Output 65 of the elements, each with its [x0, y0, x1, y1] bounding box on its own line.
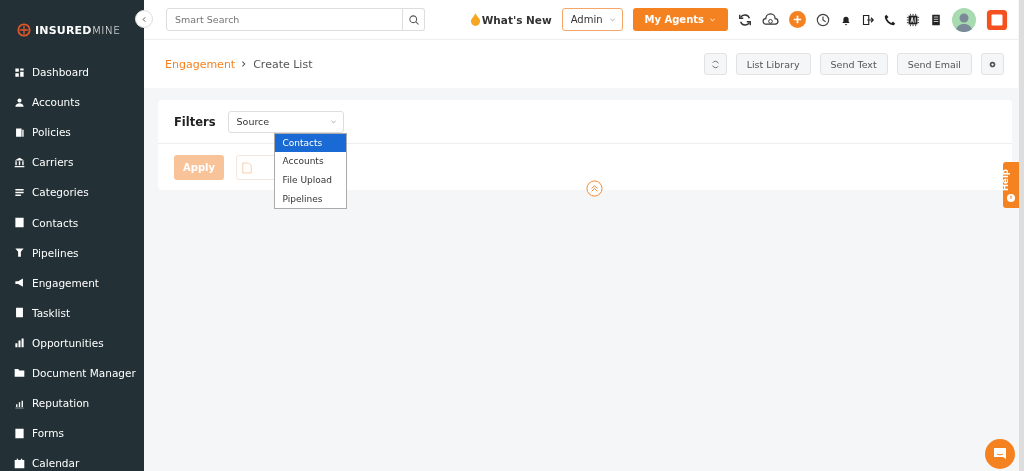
- brand-name: INSUREDMINE: [35, 23, 121, 37]
- phone-icon[interactable]: [884, 13, 896, 26]
- dropdown-option[interactable]: Contacts: [274, 133, 346, 153]
- action-button[interactable]: Send Text: [819, 53, 888, 75]
- sidebar-item[interactable]: Dashboard: [0, 57, 144, 88]
- sidebar-item[interactable]: Calendar: [0, 448, 144, 471]
- logo-icon: [17, 23, 31, 37]
- notebook-icon[interactable]: [930, 13, 942, 26]
- menu-icon: [14, 66, 25, 78]
- menu-icon: [14, 217, 25, 228]
- menu-icon: [14, 337, 25, 349]
- menu-icon: [14, 367, 25, 379]
- chat-icon: [992, 446, 1008, 462]
- sidebar-item[interactable]: Tasklist: [0, 297, 144, 328]
- action-button[interactable]: Send Email: [896, 53, 972, 75]
- menu-icon: [14, 277, 25, 289]
- chevron-left-icon: [140, 15, 148, 23]
- menu-icon: [14, 156, 25, 168]
- ai-chip-icon[interactable]: [906, 12, 920, 27]
- whats-new-link[interactable]: What's New: [469, 13, 552, 26]
- logout-icon[interactable]: [862, 13, 874, 26]
- menu-icon: [14, 126, 25, 138]
- avatar-icon[interactable]: [952, 7, 976, 32]
- document-icon: [242, 161, 252, 174]
- sidebar-item[interactable]: Policies: [0, 117, 144, 148]
- app-logo-icon[interactable]: [986, 8, 1008, 31]
- dropdown-option[interactable]: Pipelines: [274, 189, 346, 209]
- settings-icon: [988, 59, 997, 69]
- dropdown-option[interactable]: Accounts: [274, 152, 346, 171]
- filters-label: Filters: [174, 114, 216, 129]
- sidebar-item[interactable]: Document Manager: [0, 357, 144, 389]
- sidebar-item[interactable]: Contacts: [0, 207, 144, 238]
- add-icon[interactable]: [789, 11, 806, 28]
- menu-icon: [14, 307, 25, 319]
- caret-icon: [608, 16, 616, 23]
- sidebar-item[interactable]: Opportunities: [0, 327, 144, 358]
- menu-icon: [14, 186, 25, 198]
- menu-icon: [14, 247, 25, 259]
- refresh-icon: [710, 59, 720, 69]
- source-dropdown[interactable]: Source: [227, 110, 344, 133]
- sidebar-item[interactable]: Reputation: [0, 388, 144, 419]
- menu-icon: [14, 96, 25, 108]
- clock-icon[interactable]: [816, 12, 830, 27]
- sidebar-item[interactable]: Accounts: [0, 87, 144, 118]
- sidebar-item[interactable]: Categories: [0, 177, 144, 208]
- chat-button[interactable]: [985, 439, 1015, 469]
- sidebar-item[interactable]: Pipelines: [0, 237, 144, 268]
- sidebar-item[interactable]: Engagement: [0, 267, 144, 298]
- sidebar-item[interactable]: Carriers: [0, 147, 144, 178]
- refresh-icon[interactable]: [738, 12, 752, 27]
- cloud-icon[interactable]: [762, 13, 779, 26]
- caret-icon: [709, 16, 716, 23]
- menu-icon: [14, 427, 25, 439]
- settings-button[interactable]: [981, 53, 1004, 75]
- search-field[interactable]: Smart Search: [166, 8, 403, 31]
- caret-icon: [329, 118, 337, 125]
- info-icon: [1007, 193, 1015, 202]
- action-button[interactable]: List Library: [735, 53, 811, 75]
- sidebar-item[interactable]: Forms: [0, 418, 144, 449]
- breadcrumb-current: Create List: [253, 57, 313, 71]
- role-dropdown[interactable]: Admin: [561, 8, 623, 31]
- dropdown-option[interactable]: File Upload: [274, 170, 346, 190]
- scrollbar[interactable]: [1019, 0, 1024, 471]
- menu-icon: [14, 457, 25, 469]
- search-icon[interactable]: [403, 8, 425, 31]
